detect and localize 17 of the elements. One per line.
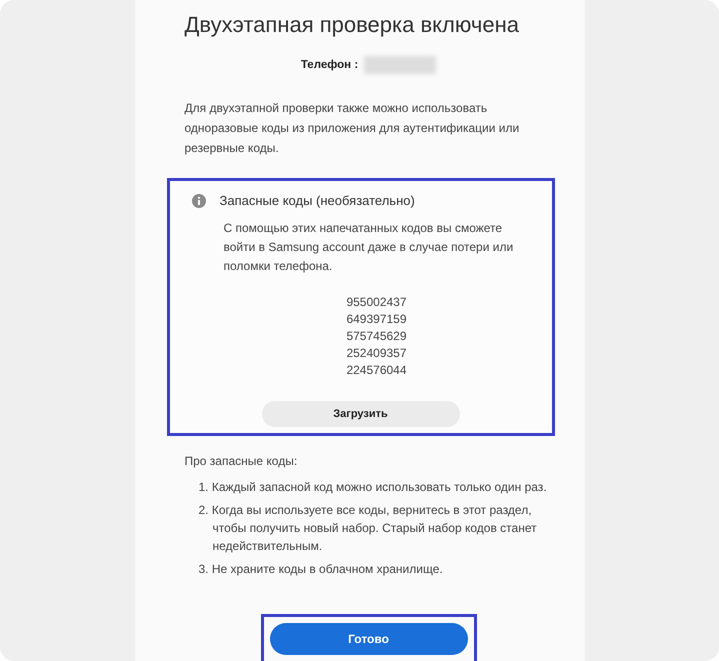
download-button[interactable]: Загрузить	[262, 400, 460, 427]
list-item: 2. Когда вы используете все коды, вернитесь в этот раздел, чтобы получить новый набор. Старый набор кодов станет недействительным.	[198, 502, 538, 555]
page-title: Двухэтапная проверка включена	[184, 12, 520, 38]
phone-label: Телефон :	[300, 58, 358, 73]
backup-code: 955002437	[345, 294, 408, 311]
backup-code: 224576044	[345, 362, 408, 379]
info-icon	[192, 194, 206, 208]
backup-code: 252409357	[345, 344, 408, 362]
panel-description: С помощью этих напечатанных кодов вы сможете войти в Samsung account даже в случае потери или поломки телефона.	[224, 220, 514, 275]
backup-code: 649397159	[345, 310, 408, 328]
backup-code: 575745629	[345, 328, 408, 345]
list-item: 3. Не храните коды в облачном хранилище.	[198, 560, 444, 578]
done-button[interactable]: Готово	[270, 622, 468, 655]
intro-text: Для двухэтапной проверки также можно использовать одноразовые коды из приложения для аутентификации или резервные коды.	[184, 100, 520, 158]
panel-heading: Запасные коды (необязательно)	[220, 192, 415, 210]
about-heading: Про запасные коды:	[184, 452, 298, 470]
list-item: 1. Каждый запасной код можно использовать только один раз.	[198, 478, 548, 496]
